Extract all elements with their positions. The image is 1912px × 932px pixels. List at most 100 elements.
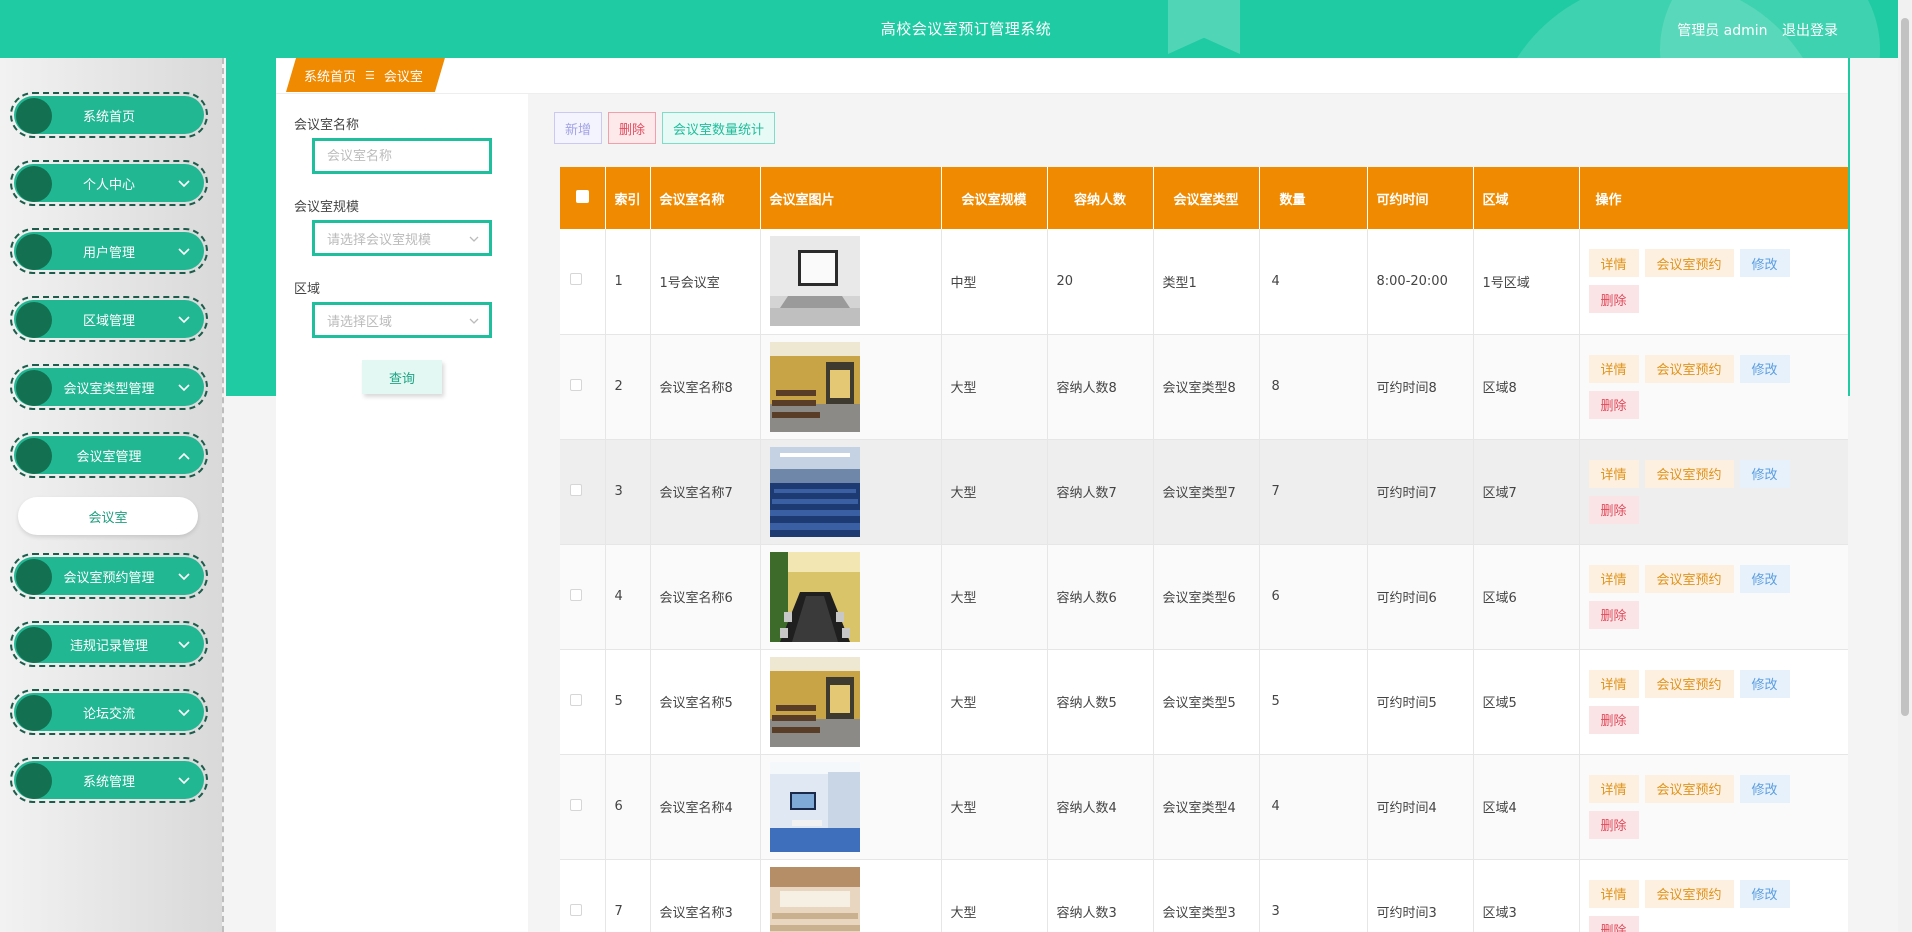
logout-link[interactable]: 退出登录 (1782, 23, 1838, 39)
detail-button[interactable]: 详情 (1588, 459, 1639, 488)
cell-area: 区域5 (1473, 649, 1580, 755)
edit-button[interactable]: 修改 (1739, 459, 1790, 488)
table-row[interactable]: 7 会议室名称3 大型 容纳人数3 会议室类型3 3 可约时间3 区域3 详情 会议室预约 修改 删除 (560, 859, 1848, 932)
edit-button[interactable]: 修改 (1739, 249, 1790, 278)
detail-button[interactable]: 详情 (1588, 879, 1639, 908)
row-checkbox[interactable] (570, 588, 582, 601)
cell-capacity: 容纳人数5 (1047, 649, 1154, 755)
name-field[interactable] (312, 138, 492, 174)
cell-index: 1 (605, 229, 651, 335)
header-select-all[interactable] (560, 167, 606, 229)
row-delete-button[interactable]: 删除 (1588, 285, 1639, 314)
query-button[interactable]: 查询 (362, 360, 442, 394)
row-checkbox[interactable] (570, 798, 582, 811)
sidebar-item-home[interactable]: 系统首页 (10, 92, 208, 138)
cell-actions: 详情 会议室预约 修改删除 (1579, 754, 1848, 860)
table-header-row: 索引 会议室名称 会议室图片 会议室规模 容纳人数 会议室类型 数量 可约时间 … (560, 167, 1848, 229)
room-stats-button[interactable]: 会议室数量统计 (662, 112, 776, 144)
chevron-down-icon (176, 569, 192, 585)
menu-dot-icon (16, 98, 52, 134)
detail-button[interactable]: 详情 (1588, 564, 1639, 593)
row-select-cell (560, 439, 606, 545)
row-checkbox[interactable] (570, 378, 582, 391)
row-checkbox[interactable] (570, 483, 582, 496)
breadcrumb-home[interactable]: 系统首页 (304, 66, 356, 85)
edit-button[interactable]: 修改 (1739, 564, 1790, 593)
delete-button[interactable]: 删除 (608, 112, 657, 144)
row-delete-button[interactable]: 删除 (1588, 600, 1639, 629)
detail-button[interactable]: 详情 (1588, 774, 1639, 803)
detail-button[interactable]: 详情 (1588, 669, 1639, 698)
select-all-checkbox[interactable] (575, 189, 589, 203)
header-index: 索引 (605, 167, 651, 229)
book-button[interactable]: 会议室预约 (1644, 459, 1734, 488)
book-button[interactable]: 会议室预约 (1644, 249, 1734, 278)
book-button[interactable]: 会议室预约 (1644, 354, 1734, 383)
name-input[interactable] (327, 148, 489, 164)
header-capacity: 容纳人数 (1047, 167, 1154, 229)
row-delete-button[interactable]: 删除 (1588, 915, 1639, 932)
edit-button[interactable]: 修改 (1739, 669, 1790, 698)
row-checkbox[interactable] (570, 693, 582, 706)
scrollbar-thumb[interactable] (1901, 18, 1909, 716)
sidebar-item-bookings[interactable]: 会议室预约管理 (10, 553, 208, 599)
table-row[interactable]: 1 1号会议室 中型 20 类型1 4 8:00-20:00 1号区域 详情 会议室预约 修改 删除 (560, 229, 1848, 335)
book-button[interactable]: 会议室预约 (1644, 879, 1734, 908)
cell-image (760, 544, 942, 650)
scale-select[interactable]: 请选择会议室规模 (312, 220, 492, 256)
user-label: 管理员 admin (1677, 23, 1768, 39)
sidebar-item-violations[interactable]: 违规记录管理 (10, 621, 208, 667)
row-checkbox[interactable] (570, 273, 582, 286)
row-checkbox[interactable] (570, 903, 582, 916)
table-row[interactable]: 5 会议室名称5 大型 容纳人数5 会议室类型5 5 可约时间5 区域5 详情 会议室预约 修改 删除 (560, 649, 1848, 755)
book-button[interactable]: 会议室预约 (1644, 564, 1734, 593)
sidebar-item-profile[interactable]: 个人中心 (10, 160, 208, 206)
sidebar-item-room-types[interactable]: 会议室类型管理 (10, 364, 208, 410)
edit-button[interactable]: 修改 (1739, 879, 1790, 908)
detail-button[interactable]: 详情 (1588, 354, 1639, 383)
book-button[interactable]: 会议室预约 (1644, 774, 1734, 803)
table-row[interactable]: 3 会议室名称7 大型 容纳人数7 会议室类型7 7 可约时间7 区域7 详情 会议室预约 修改 删除 (560, 439, 1848, 545)
cell-image (760, 754, 942, 860)
chevron-down-icon (176, 312, 192, 328)
cell-scale: 大型 (941, 439, 1048, 545)
table-row[interactable]: 2 会议室名称8 大型 容纳人数8 会议室类型8 8 可约时间8 区域8 详情 会议室预约 修改 删除 (560, 334, 1848, 440)
cell-capacity: 容纳人数8 (1047, 334, 1154, 440)
header-count: 数量 (1259, 167, 1368, 229)
cell-count: 6 (1259, 544, 1368, 650)
row-actions: 详情 会议室预约 修改删除 (1588, 249, 1819, 314)
chevron-down-icon (176, 637, 192, 653)
area-select[interactable]: 请选择区域 (312, 302, 492, 338)
row-delete-button[interactable]: 删除 (1588, 495, 1639, 524)
row-actions: 详情 会议室预约 修改删除 (1588, 669, 1819, 734)
row-delete-button[interactable]: 删除 (1588, 705, 1639, 734)
sidebar-item-label: 个人中心 (82, 177, 135, 193)
sidebar-item-label: 区域管理 (82, 313, 135, 329)
search-panel: 会议室名称 会议室规模 请选择会议室规模 区域 请选择区域 查询 (276, 94, 528, 932)
sidebar: 系统首页 个人中心 用户管理 区域管理 会议室类型管理 会议室管理 会议室 会议… (0, 58, 224, 932)
detail-button[interactable]: 详情 (1588, 249, 1639, 278)
toolbar: 新增 删除 会议室数量统计 (554, 112, 776, 144)
row-delete-button[interactable]: 删除 (1588, 390, 1639, 419)
table-row[interactable]: 6 会议室名称4 大型 容纳人数4 会议室类型4 4 可约时间4 区域4 详情 会议室预约 修改 删除 (560, 754, 1848, 860)
room-thumbnail (769, 866, 932, 932)
sidebar-subitem-rooms[interactable]: 会议室 (18, 497, 198, 535)
breadcrumb: 系统首页 ☰ 会议室 (286, 58, 445, 92)
book-button[interactable]: 会议室预约 (1644, 669, 1734, 698)
sidebar-item-users[interactable]: 用户管理 (10, 228, 208, 274)
sidebar-item-rooms[interactable]: 会议室管理 (10, 432, 208, 478)
sidebar-item-system[interactable]: 系统管理 (10, 757, 208, 803)
sidebar-item-forum[interactable]: 论坛交流 (10, 689, 208, 735)
row-delete-button[interactable]: 删除 (1588, 810, 1639, 839)
table-row[interactable]: 4 会议室名称6 大型 容纳人数6 会议室类型6 6 可约时间6 区域6 详情 会议室预约 修改 删除 (560, 544, 1848, 650)
page-scrollbar[interactable] (1898, 0, 1912, 932)
add-button[interactable]: 新增 (554, 112, 603, 144)
edit-button[interactable]: 修改 (1739, 774, 1790, 803)
cell-image (760, 334, 942, 440)
edit-button[interactable]: 修改 (1739, 354, 1790, 383)
cell-index: 7 (605, 859, 651, 932)
breadcrumb-bar: 系统首页 ☰ 会议室 (276, 58, 1848, 94)
cell-index: 5 (605, 649, 651, 755)
sidebar-item-areas[interactable]: 区域管理 (10, 296, 208, 342)
cell-name: 会议室名称7 (650, 439, 761, 545)
